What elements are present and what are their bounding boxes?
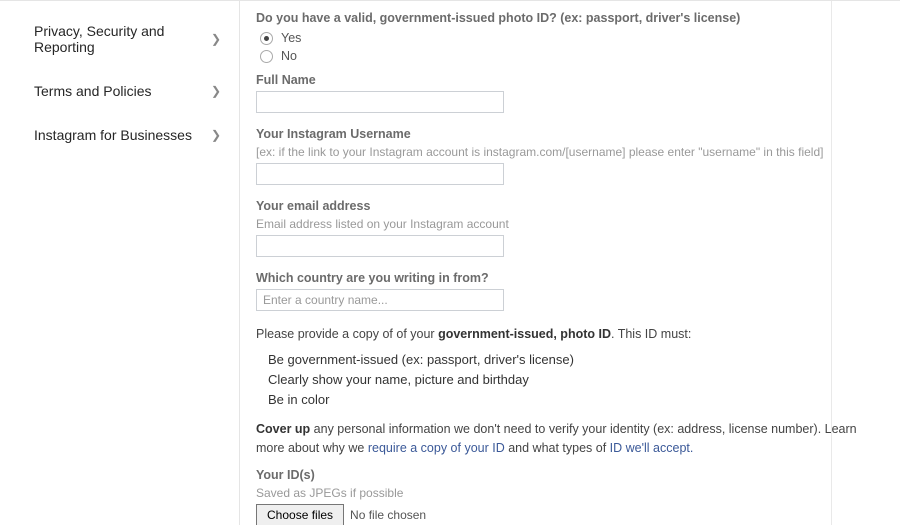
req-item: Be government-issued (ex: passport, driv… — [268, 350, 872, 370]
full-name-input[interactable] — [256, 91, 504, 113]
chevron-right-icon: ❯ — [211, 84, 221, 98]
radio-no[interactable]: No — [260, 49, 872, 63]
sidebar-item-label: Terms and Policies — [34, 83, 152, 99]
req-item: Be in color — [268, 390, 872, 410]
req-item: Clearly show your name, picture and birt… — [268, 370, 872, 390]
username-label: Your Instagram Username — [256, 127, 872, 141]
email-label: Your email address — [256, 199, 872, 213]
id-requirements: Be government-issued (ex: passport, driv… — [268, 350, 872, 410]
radio-label: No — [281, 49, 297, 63]
country-label: Which country are you writing in from? — [256, 271, 872, 285]
require-id-link[interactable]: require a copy of your ID — [368, 441, 505, 455]
country-input[interactable] — [256, 289, 504, 311]
chevron-right-icon: ❯ — [211, 128, 221, 142]
your-ids-label: Your ID(s) — [256, 468, 872, 482]
file-status: No file chosen — [350, 508, 426, 522]
form-panel: Do you have a valid, government-issued p… — [240, 1, 900, 525]
copy-instruction: Please provide a copy of of your governm… — [256, 325, 872, 344]
radio-icon — [260, 32, 273, 45]
sidebar: Privacy, Security and Reporting ❯ Terms … — [0, 1, 240, 525]
radio-icon — [260, 50, 273, 63]
sidebar-item-terms[interactable]: Terms and Policies ❯ — [0, 69, 239, 113]
sidebar-item-privacy[interactable]: Privacy, Security and Reporting ❯ — [0, 9, 239, 69]
username-input[interactable] — [256, 163, 504, 185]
email-hint: Email address listed on your Instagram a… — [256, 217, 872, 231]
full-name-label: Full Name — [256, 73, 872, 87]
sidebar-item-label: Privacy, Security and Reporting — [34, 23, 211, 55]
radio-label: Yes — [281, 31, 301, 45]
email-input[interactable] — [256, 235, 504, 257]
your-ids-hint: Saved as JPEGs if possible — [256, 486, 872, 500]
username-hint: [ex: if the link to your Instagram accou… — [256, 145, 872, 159]
photo-id-question: Do you have a valid, government-issued p… — [256, 11, 872, 25]
sidebar-item-business[interactable]: Instagram for Businesses ❯ — [0, 113, 239, 157]
choose-files-button[interactable]: Choose files — [256, 504, 344, 525]
chevron-right-icon: ❯ — [211, 32, 221, 46]
cover-up-instruction: Cover up any personal information we don… — [256, 420, 872, 458]
id-accept-link[interactable]: ID we'll accept. — [610, 441, 694, 455]
sidebar-item-label: Instagram for Businesses — [34, 127, 192, 143]
radio-yes[interactable]: Yes — [260, 31, 872, 45]
